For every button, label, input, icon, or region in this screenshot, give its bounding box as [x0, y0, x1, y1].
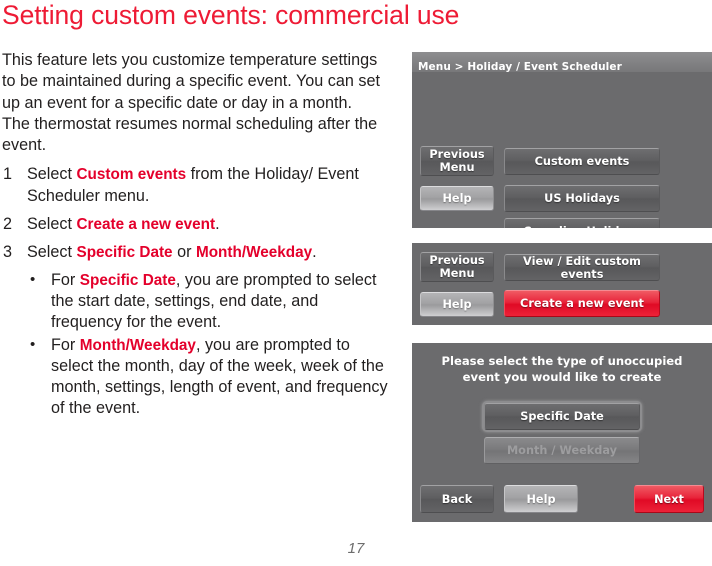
step-highlight-2: Month/Weekday	[195, 244, 313, 262]
help-button[interactable]: Help	[504, 485, 578, 513]
next-button[interactable]: Next	[634, 485, 704, 513]
step-item-3: 3 Select Specific Date or Month/Weekday. …	[2, 242, 392, 419]
previous-menu-button[interactable]: Previous Menu	[420, 252, 494, 282]
step-highlight: Specific Date	[76, 244, 173, 262]
screen-prompt: Please select the type of unoccupied eve…	[441, 354, 683, 384]
thermostat-screen-holiday-event-scheduler: Menu > Holiday / Event Scheduler Previou…	[412, 52, 712, 228]
step-item-1: 1 Select Custom events from the Holiday/ …	[2, 164, 392, 207]
step-text-post: .	[312, 243, 317, 262]
custom-events-button[interactable]: Custom events	[504, 148, 660, 175]
step-text-post: .	[215, 215, 220, 234]
bullet-icon: •	[30, 335, 36, 353]
intro-paragraph: This feature lets you customize temperat…	[2, 51, 380, 155]
view-edit-custom-events-button[interactable]: View / Edit custom events	[504, 254, 660, 281]
breadcrumb: Menu > Holiday / Event Scheduler	[418, 61, 622, 73]
back-button[interactable]: Back	[420, 485, 494, 513]
step-highlight: Create a new event	[76, 216, 216, 234]
steps-list: 1 Select Custom events from the Holiday/ …	[2, 164, 392, 419]
canadian-holidays-button[interactable]: Canadian Holidays	[504, 218, 660, 228]
month-weekday-button[interactable]: Month / Weekday	[484, 437, 640, 464]
step-highlight: Custom events	[76, 166, 187, 184]
previous-menu-button[interactable]: Previous Menu	[420, 146, 494, 176]
screen-breadcrumb-bar: Menu > Holiday / Event Scheduler	[412, 52, 712, 73]
substeps-list: • For Specific Date, you are prompted to …	[27, 270, 392, 420]
substep-item-specific-date: • For Specific Date, you are prompted to …	[27, 270, 392, 334]
step-item-2: 2 Select Create a new event.	[2, 214, 392, 235]
step-text-pre: Select	[27, 165, 77, 184]
specific-date-button[interactable]: Specific Date	[484, 403, 640, 430]
substep-item-month-weekday: • For Month/Weekday, you are prompted to …	[27, 335, 392, 420]
help-button[interactable]: Help	[420, 292, 494, 317]
substep-text-pre: For	[51, 270, 80, 289]
us-holidays-button[interactable]: US Holidays	[504, 185, 660, 212]
substep-text-pre: For	[51, 335, 80, 354]
substep-highlight: Specific Date	[79, 271, 176, 289]
bullet-icon: •	[30, 270, 36, 288]
help-button[interactable]: Help	[420, 186, 494, 211]
step-text-mid: or	[172, 243, 196, 262]
substep-highlight: Month/Weekday	[79, 336, 196, 354]
step-text-pre: Select	[27, 215, 77, 234]
step-number: 3	[3, 243, 13, 262]
page-number: 17	[347, 540, 365, 557]
thermostat-screen-event-type: Please select the type of unoccupied eve…	[412, 343, 712, 522]
step-text-pre: Select	[27, 243, 77, 262]
instructions-column: This feature lets you customize temperat…	[2, 50, 392, 427]
step-number: 2	[3, 215, 13, 234]
thermostat-screen-custom-events: Previous Menu Help View / Edit custom ev…	[412, 243, 712, 325]
create-a-new-event-button[interactable]: Create a new event	[504, 290, 660, 317]
step-number: 1	[3, 165, 13, 184]
page-title: Setting custom events: commercial use	[2, 0, 460, 30]
